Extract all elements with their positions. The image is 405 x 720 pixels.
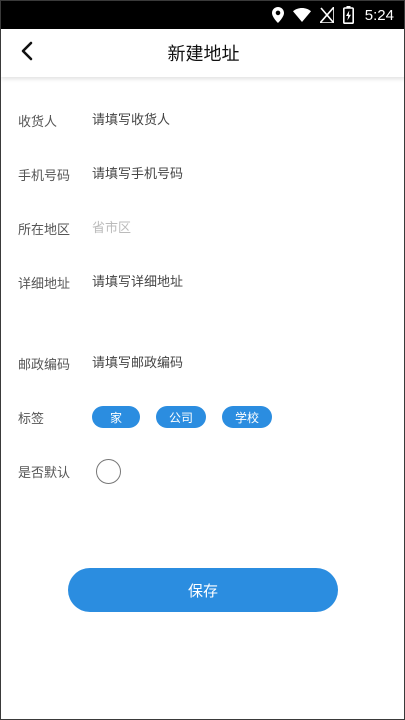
region-row: 所在地区	[1, 208, 404, 248]
back-button[interactable]	[11, 37, 43, 69]
save-button[interactable]: 保存	[68, 568, 338, 612]
battery-charging-icon	[342, 6, 354, 24]
phone-label: 手机号码	[18, 168, 71, 184]
detail-row: 详细地址	[1, 262, 404, 302]
region-input[interactable]	[92, 213, 382, 243]
tag-school[interactable]: 学校	[222, 406, 273, 428]
status-icons: 5:24	[271, 1, 394, 29]
phone-row: 手机号码	[1, 154, 404, 194]
default-radio[interactable]	[96, 458, 121, 484]
postcode-input[interactable]	[92, 348, 382, 378]
recipient-input[interactable]	[92, 105, 382, 135]
no-signal-icon	[319, 7, 334, 23]
detail-address-input[interactable]	[92, 267, 382, 297]
status-bar: 5:24	[1, 1, 404, 29]
wifi-icon	[292, 8, 311, 22]
tag-home[interactable]: 家	[92, 406, 141, 428]
default-row: 是否默认	[1, 451, 404, 491]
postcode-row: 邮政编码	[1, 343, 404, 383]
recipient-row: 收货人	[1, 100, 404, 140]
tag-company[interactable]: 公司	[156, 406, 207, 428]
status-time: 5:24	[364, 6, 394, 24]
region-label: 所在地区	[18, 222, 71, 238]
location-icon	[271, 7, 284, 23]
recipient-label: 收货人	[18, 114, 58, 130]
page-title: 新建地址	[167, 44, 240, 65]
phone-input[interactable]	[92, 159, 382, 189]
tag-group: 家 公司 学校	[92, 406, 273, 428]
chevron-left-icon	[20, 41, 34, 65]
app-screen: 5:24 新建地址 收货人 手机号码 所在地区 详细地址 邮政编码 标签 家 公…	[0, 0, 405, 720]
tags-label: 标签	[18, 411, 45, 427]
default-label: 是否默认	[18, 465, 71, 481]
postcode-label: 邮政编码	[18, 357, 71, 373]
detail-label: 详细地址	[18, 276, 71, 292]
header-bar: 新建地址	[1, 29, 404, 77]
tags-row: 标签 家 公司 学校	[1, 397, 404, 437]
